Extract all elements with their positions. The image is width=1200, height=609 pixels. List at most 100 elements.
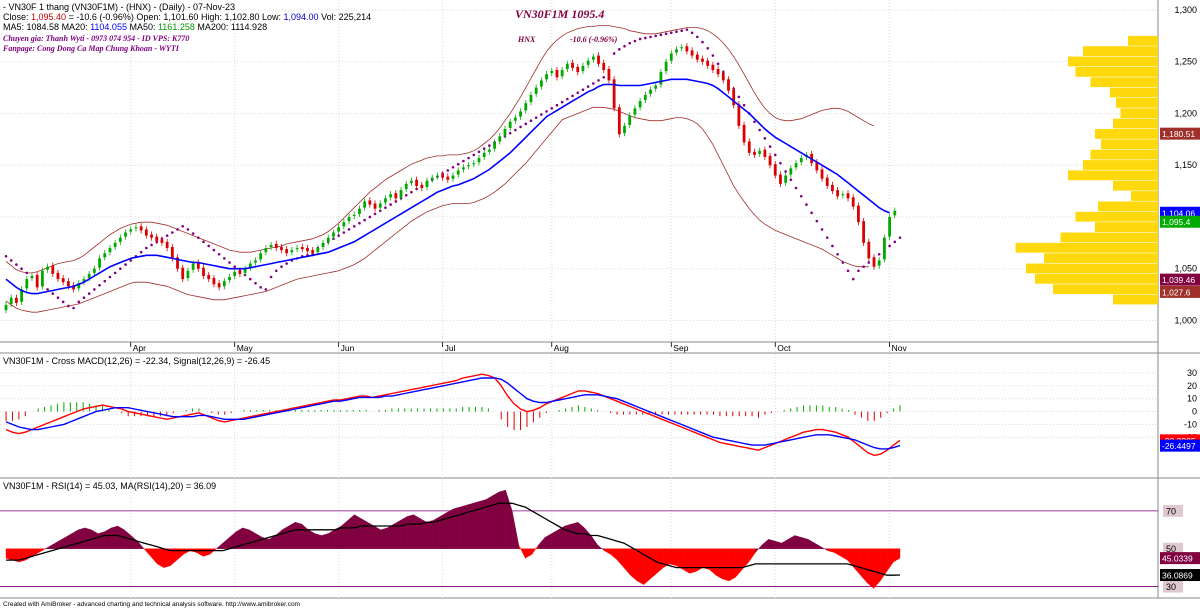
candle-body — [851, 197, 855, 207]
sar-dot — [592, 82, 595, 85]
sar-dot — [404, 193, 408, 197]
candle-body — [513, 117, 517, 121]
exchange-label: HNX — [517, 35, 536, 44]
candle-body — [4, 304, 8, 311]
rsi-fill-segment — [288, 521, 296, 549]
rsi-fill-segment — [689, 548, 697, 574]
rsi-tag-label: 45.0339 — [1162, 554, 1193, 564]
candle-body — [690, 50, 694, 56]
sar-dot — [877, 252, 881, 256]
sar-dot — [508, 131, 512, 135]
macd-axis: 3020100-10-20-22.3395-26.4497 — [1160, 368, 1200, 452]
rsi-fill-segment — [472, 501, 480, 549]
sar-dot — [472, 153, 476, 157]
rsi-fill-segment — [498, 489, 506, 549]
candle-body — [113, 242, 117, 247]
candle-body — [103, 253, 107, 258]
header-part: MA50: — [127, 22, 158, 32]
sar-dot — [25, 271, 29, 275]
sar-dot — [20, 267, 23, 271]
rsi-fill-segment — [715, 548, 723, 580]
candle-body — [701, 58, 704, 62]
volume-profile-bar — [1131, 191, 1158, 201]
sar-dot — [342, 231, 346, 234]
candle-body — [202, 267, 205, 276]
macd-tag-label: -26.4497 — [1162, 441, 1196, 451]
sar-dot — [560, 100, 564, 104]
sar-dot — [571, 94, 574, 98]
header-part: 1084.58 — [27, 22, 60, 32]
sar-dot — [841, 261, 845, 264]
header-part: 1,094.00 — [284, 12, 319, 22]
candle-body — [259, 253, 263, 260]
sar-dot — [108, 275, 112, 279]
y-tick-label: 1,000 — [1174, 315, 1197, 325]
candle-body — [565, 63, 569, 69]
sar-dot — [654, 34, 658, 38]
volume-profile-bar — [1110, 87, 1158, 98]
candle-body — [586, 60, 590, 65]
candle-body — [773, 164, 777, 176]
price-tag-label: 1,095.4 — [1162, 217, 1191, 227]
rsi-fill-segment — [571, 521, 579, 549]
macd-y-tick: 10 — [1187, 394, 1197, 404]
candle-body — [503, 129, 507, 136]
header-part: - VN30F 1 thang (VN30F1M) - (HNX) - (Dai… — [3, 2, 235, 12]
sar-dot — [67, 304, 70, 308]
sar-dot — [763, 137, 767, 140]
sar-dot — [519, 125, 522, 129]
candle-body — [519, 111, 522, 117]
candle-body — [524, 103, 528, 111]
candle-body — [228, 277, 231, 281]
header-part: Open: — [136, 12, 163, 22]
candle-body — [628, 115, 632, 125]
candle-body — [836, 190, 840, 197]
candle-body — [472, 163, 476, 165]
rsi-fill-segment — [110, 525, 118, 549]
candle-body — [170, 246, 174, 259]
sar-dot — [581, 88, 585, 91]
sar-dot — [805, 203, 808, 206]
sar-dot — [150, 243, 153, 247]
sar-dot — [15, 263, 18, 266]
price-tag-label: 1,027.6 — [1162, 287, 1191, 297]
volume-profile-bar — [1015, 242, 1158, 253]
rsi-fill-segment — [242, 527, 250, 549]
sar-dot — [825, 236, 829, 239]
sar-dot — [259, 286, 262, 289]
sar-dot — [269, 275, 273, 279]
candle-body — [581, 65, 585, 72]
sar-dot — [602, 75, 606, 79]
sar-dot — [347, 228, 351, 231]
sar-dot — [690, 31, 694, 35]
sar-dot — [773, 153, 777, 157]
candle-body — [571, 62, 574, 68]
sar-dot — [212, 248, 216, 252]
rsi-fill-segment — [459, 504, 467, 549]
sar-dot — [352, 224, 356, 228]
candle-body — [306, 248, 309, 252]
sar-dot — [98, 283, 101, 287]
candle-body — [862, 221, 866, 243]
sar-dot — [254, 281, 257, 285]
candle-body — [134, 227, 138, 229]
sar-dot — [867, 261, 871, 264]
sar-dot — [836, 252, 839, 256]
sar-dot — [529, 119, 533, 123]
sar-dot — [368, 215, 372, 219]
header-part: = -10.6 (-0.96%) — [66, 12, 136, 22]
sar-dot — [514, 128, 517, 132]
rsi-fill-segment — [387, 523, 395, 549]
candle-body — [877, 260, 881, 266]
rsi-fill-segment — [485, 495, 493, 549]
rsi-fill-segment — [281, 525, 289, 549]
candle-body — [872, 257, 876, 267]
sar-dot — [9, 259, 13, 262]
sar-dot — [410, 190, 413, 194]
volume-profile-bar — [1060, 232, 1158, 243]
sar-dot — [545, 110, 548, 113]
ohlc-line: Close: 1,095.40 = -10.6 (-0.96%) Open: 1… — [3, 12, 371, 22]
volume-profile-bar — [1120, 108, 1158, 119]
month-label: Sep — [673, 343, 688, 353]
rsi-fill-segment — [426, 520, 434, 549]
